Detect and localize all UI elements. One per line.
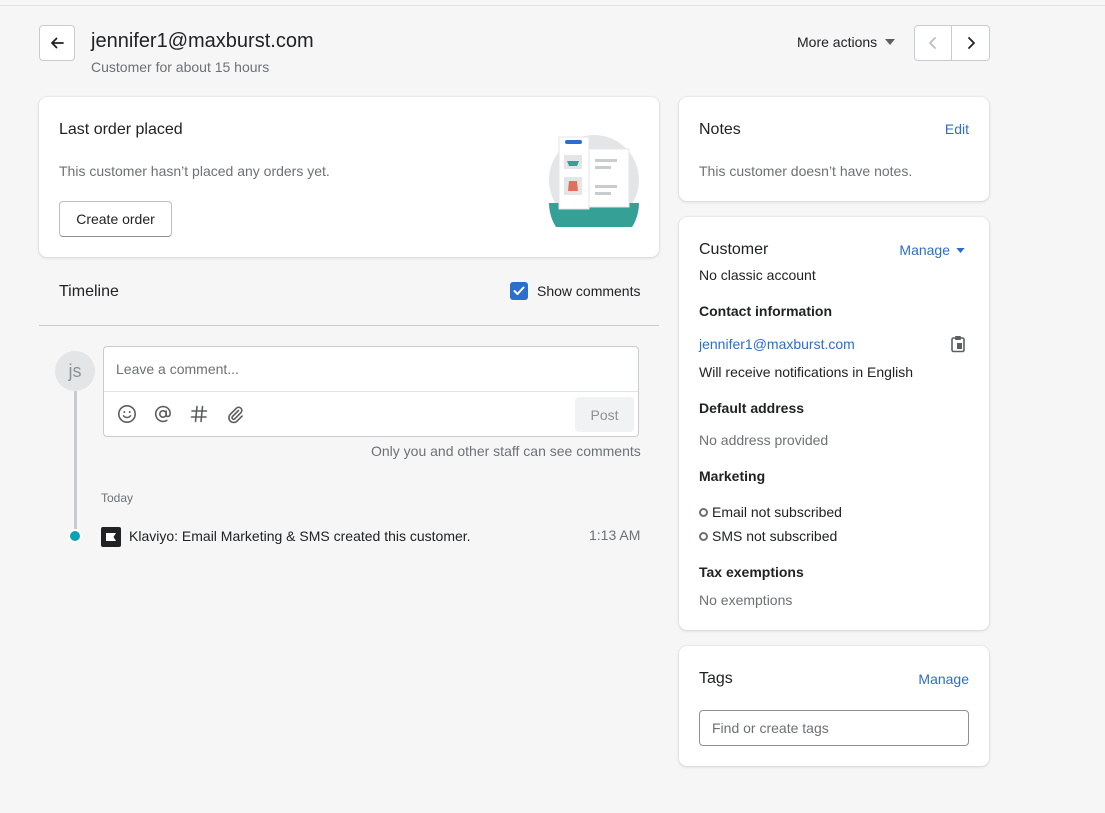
sms-marketing-status: SMS not subscribed: [699, 528, 837, 544]
notes-card: Notes Edit This customer doesn’t have no…: [679, 97, 989, 201]
edit-notes-link[interactable]: Edit: [945, 121, 969, 137]
timeline-event-time: 1:13 AM: [589, 527, 641, 543]
emoji-icon[interactable]: [116, 403, 138, 425]
klaviyo-app-icon: [101, 527, 121, 547]
clipboard-icon: [951, 336, 965, 353]
top-divider: [0, 5, 1105, 6]
page-subtitle: Customer for about 15 hours: [91, 59, 270, 75]
tags-input[interactable]: [699, 710, 969, 746]
show-comments-label: Show comments: [537, 283, 641, 299]
tags-title: Tags: [699, 670, 733, 687]
customer-manage-label: Manage: [899, 242, 950, 258]
timeline-event-dot: [68, 529, 82, 543]
customer-title: Customer: [699, 241, 769, 258]
timeline-event-text: Klaviyo: Email Marketing & SMS created t…: [129, 528, 471, 544]
next-customer-button[interactable]: [952, 25, 990, 61]
chevron-right-icon: [967, 37, 975, 49]
show-comments-toggle[interactable]: Show comments: [510, 282, 640, 300]
tags-card: Tags Manage: [679, 646, 989, 766]
notes-title: Notes: [699, 121, 741, 138]
email-marketing-label: Email not subscribed: [712, 504, 842, 520]
tax-exemptions-heading: Tax exemptions: [699, 564, 804, 580]
comment-composer: Post: [103, 346, 639, 437]
comment-input[interactable]: [104, 347, 638, 392]
back-button[interactable]: [39, 25, 75, 61]
contact-heading: Contact information: [699, 303, 832, 319]
post-button[interactable]: Post: [575, 397, 634, 432]
avatar: js: [55, 351, 95, 391]
checkmark-icon: [513, 286, 525, 295]
more-actions-button[interactable]: More actions: [797, 34, 896, 50]
comment-toolbar: [116, 403, 246, 425]
sms-marketing-label: SMS not subscribed: [712, 528, 838, 544]
staff-visibility-note: Only you and other staff can see comment…: [371, 443, 641, 459]
tax-exemptions-text: No exemptions: [699, 592, 793, 608]
notes-empty-text: This customer doesn’t have notes.: [699, 163, 913, 179]
attachment-icon[interactable]: [224, 403, 246, 425]
show-comments-checkbox[interactable]: [510, 282, 528, 300]
page-title: jennifer1@maxburst.com: [91, 30, 314, 52]
empty-orders-illustration: [549, 135, 639, 227]
status-dot-icon: [699, 507, 708, 517]
last-order-card: Last order placed This customer hasn’t p…: [39, 97, 659, 257]
arrow-left-icon: [51, 37, 64, 49]
email-marketing-status: Email not subscribed: [699, 504, 842, 520]
caret-down-icon: [885, 39, 896, 45]
customer-manage-dropdown[interactable]: Manage: [899, 242, 965, 258]
timeline-divider: [39, 325, 659, 326]
pagination: [914, 25, 990, 61]
default-address-text: No address provided: [699, 432, 829, 448]
customer-email-link[interactable]: jennifer1@maxburst.com: [699, 336, 855, 352]
last-order-empty-text: This customer hasn’t placed any orders y…: [59, 163, 330, 179]
chevron-left-icon: [929, 37, 936, 49]
mention-icon[interactable]: [152, 403, 174, 425]
hashtag-icon[interactable]: [188, 403, 210, 425]
marketing-heading: Marketing: [699, 468, 766, 484]
copy-email-button[interactable]: [950, 335, 966, 356]
manage-tags-link[interactable]: Manage: [918, 671, 969, 687]
notification-language: Will receive notifications in English: [699, 364, 913, 380]
timeline-line: [74, 391, 77, 531]
caret-down-icon: [956, 247, 965, 253]
previous-customer-button[interactable]: [914, 25, 952, 61]
timeline-title: Timeline: [59, 283, 119, 300]
status-dot-icon: [699, 531, 708, 541]
last-order-title: Last order placed: [59, 121, 183, 138]
create-order-button[interactable]: Create order: [59, 201, 172, 237]
customer-card: Customer Manage No classic account Conta…: [679, 217, 989, 630]
default-address-heading: Default address: [699, 400, 805, 416]
timeline-date-label: Today: [101, 491, 134, 505]
account-status: No classic account: [699, 267, 816, 283]
more-actions-label: More actions: [797, 34, 878, 50]
